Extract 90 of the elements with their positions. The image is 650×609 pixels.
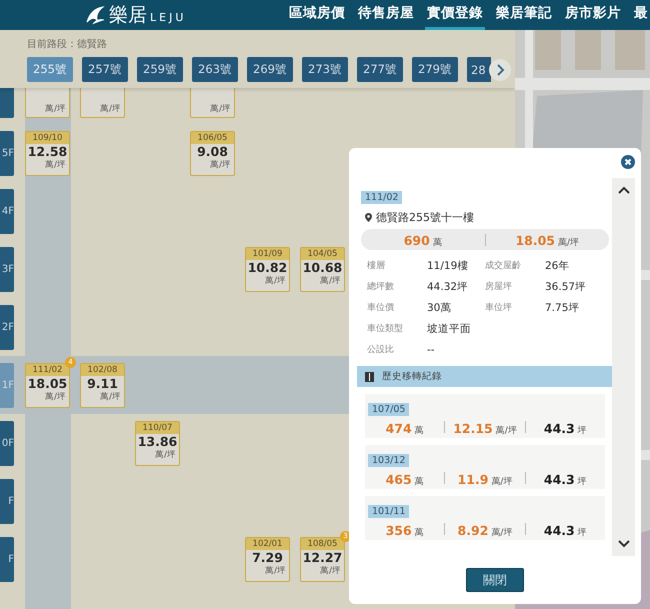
price-unit: 坪 [578, 528, 587, 538]
price-card[interactable]: 110/07 13.86 萬/坪 [135, 420, 180, 466]
close-button[interactable] [621, 155, 635, 169]
fact-label: 公設比 [367, 344, 395, 357]
price-card[interactable]: 萬/坪 [190, 88, 235, 118]
price-card[interactable]: 102/01 7.29 萬/坪 [245, 536, 290, 582]
date-tag: 111/02 [361, 191, 402, 204]
next-button[interactable] [489, 59, 511, 81]
price-unit: 萬 [414, 528, 424, 538]
address-tab[interactable]: 259號 [137, 57, 183, 82]
nav-link[interactable]: 待售房屋 [356, 0, 416, 30]
floor-tab[interactable]: F [0, 536, 14, 582]
price-value: 44.3 [544, 420, 575, 436]
nav-link[interactable]: 區域房價 [287, 0, 347, 30]
price-unit: 萬 [414, 426, 424, 436]
fact-value: -- [427, 343, 436, 358]
address-tab[interactable]: 263號 [192, 57, 238, 82]
section-title: 歷史移轉紀錄 [382, 370, 442, 383]
fact-value: 30萬 [427, 301, 452, 316]
address-tab[interactable]: 28 [467, 57, 491, 82]
chevron-down-icon [618, 539, 630, 548]
chevron-right-icon [495, 64, 505, 76]
logo-icon [84, 4, 106, 26]
date-tag: 107/05 [368, 403, 410, 416]
price-value: 11.9 [458, 472, 488, 486]
price-unit: 萬/坪 [491, 528, 512, 538]
address-tab[interactable]: 273號 [302, 57, 348, 82]
close-button[interactable]: 關閉 [466, 568, 524, 592]
price-value: 12.15 [453, 420, 493, 436]
fact-value: 36.57坪 [545, 280, 588, 295]
price-value: 356 [386, 522, 412, 538]
road-label: 目前路段：德賢路 [26, 38, 108, 50]
price-unit: 萬/坪 [496, 426, 517, 436]
price-unit: 萬 [414, 476, 424, 486]
nav-link[interactable]: 房市影片 [563, 0, 623, 30]
floor-tab[interactable]: 2F [0, 304, 14, 350]
address-tab[interactable]: 269號 [247, 57, 293, 82]
price-card[interactable]: 109/10 12.58 萬/坪 [25, 130, 70, 176]
logo-latin-text: LEJU [150, 10, 186, 24]
price-card[interactable]: 104/05 10.68 萬/坪 [300, 246, 345, 292]
fact-value: 44.32坪 [427, 280, 470, 295]
price-value: 8.92 [458, 522, 488, 538]
price-card[interactable]: 萬/坪 [80, 88, 125, 118]
fact-value: 11/19樓 [427, 259, 470, 274]
fact-label: 總坪數 [367, 280, 395, 294]
price-card[interactable]: 111/02 18.05 萬/坪 [25, 362, 70, 408]
address-tab[interactable]: 257號 [82, 57, 128, 82]
price-value: 18.05 [515, 233, 555, 248]
fact-value: 7.75坪 [545, 301, 580, 316]
floor-tab[interactable]: 0F [0, 420, 14, 466]
address-tab[interactable]: 277號 [357, 57, 403, 82]
floor-tab[interactable]: F [0, 478, 14, 524]
price-unit: 萬 [432, 238, 442, 248]
fact-label: 成交屋齡 [485, 260, 522, 273]
location-pin-icon [365, 213, 372, 222]
chevron-up-icon [618, 186, 630, 195]
close-icon [621, 155, 635, 169]
price-unit: 坪 [578, 476, 587, 486]
price-value: 465 [386, 472, 412, 486]
fact-value: 26年 [545, 259, 570, 274]
price-value: 44.3 [544, 522, 575, 538]
floor-tab[interactable]: 5F [0, 130, 14, 176]
fact-label: 車位價 [367, 302, 395, 315]
price-unit: 萬/坪 [558, 238, 580, 248]
floor-tab[interactable]: 3F [0, 246, 14, 292]
price-card[interactable]: 萬/坪 [25, 88, 70, 118]
price-unit: 萬/坪 [491, 476, 512, 486]
price-card[interactable]: 101/09 10.82 萬/坪 [245, 246, 290, 292]
floor-tab[interactable]: 4F [0, 188, 14, 234]
price-card[interactable]: 108/05 12.27 萬/坪 [300, 536, 345, 582]
address-tab[interactable]: 255號 [27, 57, 73, 82]
date-tag: 101/11 [368, 505, 410, 518]
book-icon [365, 372, 374, 382]
price-value: 690 [404, 233, 430, 248]
date-tag: 103/12 [368, 454, 410, 467]
price-unit: 坪 [578, 426, 587, 436]
price-value: 44.3 [544, 472, 575, 486]
price-card[interactable]: 106/05 9.08 萬/坪 [190, 130, 235, 176]
price-card[interactable]: 102/08 9.11 萬/坪 [80, 362, 125, 408]
logo-text: 樂居 [109, 3, 147, 28]
price-value: 474 [386, 420, 412, 436]
fact-label: 車位坪 [485, 302, 513, 315]
nav-link[interactable]: 最 [632, 0, 650, 30]
fact-label: 樓層 [367, 260, 386, 273]
fact-label: 房屋坪 [485, 280, 513, 294]
fact-label: 車位類型 [367, 322, 404, 336]
address-text: 德賢路255號十一樓 [376, 210, 474, 225]
address-tab[interactable]: 279號 [412, 57, 458, 82]
nav-link[interactable]: 樂居筆記 [494, 0, 554, 30]
fact-value: 坡道平面 [427, 322, 472, 337]
